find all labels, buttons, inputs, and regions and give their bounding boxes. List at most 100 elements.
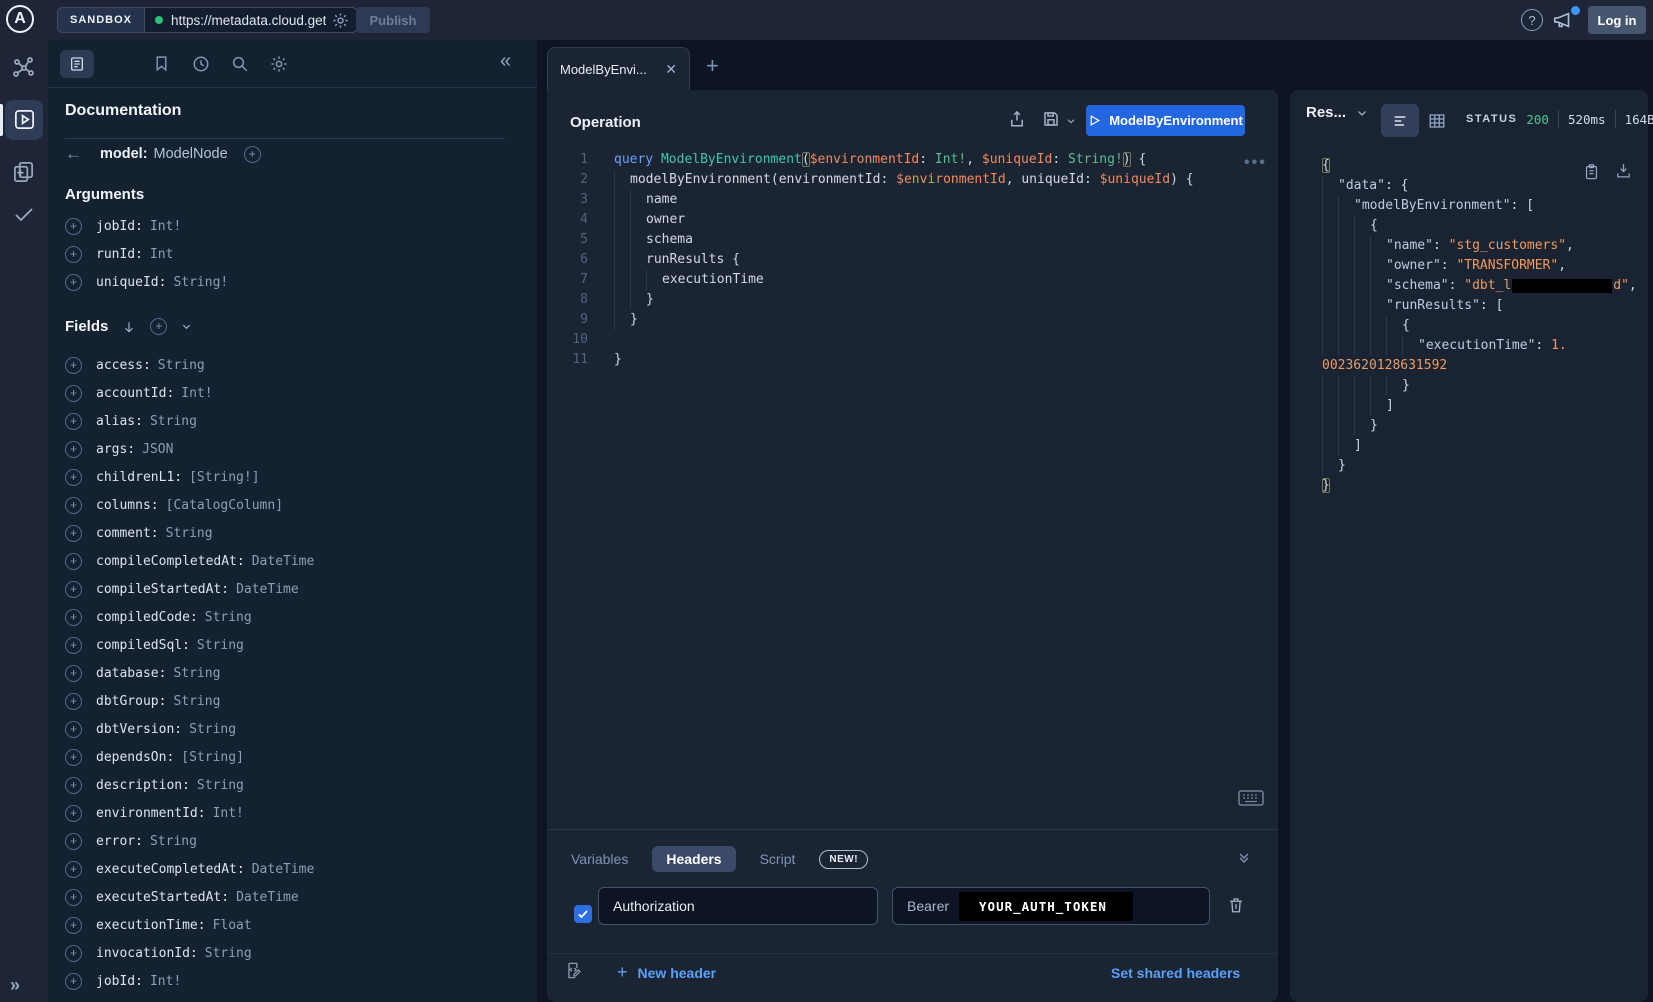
- share-icon[interactable]: [1008, 110, 1026, 128]
- argument-type[interactable]: String!: [173, 275, 228, 290]
- explorer-settings-gear-icon[interactable]: [270, 55, 288, 73]
- chevron-down-icon[interactable]: [181, 321, 192, 332]
- tab-variables[interactable]: Variables: [571, 851, 628, 867]
- field-name[interactable]: dbtGroup:: [96, 694, 166, 709]
- add-field-button[interactable]: [65, 973, 82, 990]
- header-name-input[interactable]: Authorization: [598, 887, 878, 925]
- endpoint-settings-gear-icon[interactable]: [332, 12, 349, 29]
- field-type[interactable]: String: [150, 834, 197, 849]
- query-editor[interactable]: 1 query ModelByEnvironment($environmentI…: [547, 150, 1278, 370]
- add-field-button[interactable]: [65, 385, 82, 402]
- new-tab-button[interactable]: +: [706, 53, 719, 79]
- add-argument-button[interactable]: [65, 218, 82, 235]
- new-header-button[interactable]: + New header: [617, 962, 716, 983]
- field-type[interactable]: String: [173, 666, 220, 681]
- header-enabled-checkbox[interactable]: [574, 905, 592, 923]
- field-type[interactable]: String: [197, 778, 244, 793]
- field-type[interactable]: String: [205, 610, 252, 625]
- breadcrumb-type-link[interactable]: ModelNode: [154, 146, 228, 162]
- field-name[interactable]: executeStartedAt:: [96, 890, 229, 905]
- apollo-logo[interactable]: A: [6, 5, 34, 33]
- field-type[interactable]: String: [189, 722, 236, 737]
- field-name[interactable]: jobId:: [96, 974, 143, 989]
- add-field-button[interactable]: [65, 749, 82, 766]
- field-name[interactable]: environmentId:: [96, 806, 206, 821]
- response-title-row[interactable]: Res...: [1306, 104, 1368, 121]
- close-tab-icon[interactable]: ✕: [665, 61, 677, 78]
- add-field-button[interactable]: [65, 721, 82, 738]
- field-type[interactable]: Float: [213, 918, 252, 933]
- back-arrow-icon[interactable]: ←: [65, 144, 82, 164]
- sidebar-item-checklist[interactable]: [12, 202, 36, 226]
- field-type[interactable]: JSON: [142, 442, 173, 457]
- tab-headers[interactable]: Headers: [652, 846, 735, 872]
- sort-fields-icon[interactable]: [122, 319, 136, 335]
- add-fields-button[interactable]: [150, 318, 167, 335]
- add-field-button[interactable]: [65, 553, 82, 570]
- add-field-button[interactable]: [65, 413, 82, 430]
- help-icon[interactable]: ?: [1521, 9, 1543, 31]
- field-type[interactable]: DateTime: [236, 582, 299, 597]
- bookmarks-icon[interactable]: [153, 55, 170, 72]
- add-field-button[interactable]: [65, 497, 82, 514]
- field-type[interactable]: Int!: [150, 974, 181, 989]
- add-argument-button[interactable]: [65, 246, 82, 263]
- response-json[interactable]: { "data": { "modelByEnvironment": [ { "n…: [1322, 156, 1637, 496]
- add-field-button[interactable]: [65, 889, 82, 906]
- field-name[interactable]: compileStartedAt:: [96, 582, 229, 597]
- add-field-button[interactable]: [65, 637, 82, 654]
- explorer-play-icon[interactable]: [13, 108, 36, 131]
- sidebar-item-schema[interactable]: [12, 56, 36, 80]
- view-table-toggle[interactable]: [1428, 112, 1446, 130]
- field-type[interactable]: Int!: [213, 806, 244, 821]
- save-icon[interactable]: [1042, 110, 1060, 128]
- run-button[interactable]: ModelByEnvironment: [1086, 105, 1245, 136]
- operation-tab[interactable]: ModelByEnvi... ✕: [547, 47, 690, 90]
- collapse-panel-icon[interactable]: «: [500, 50, 511, 73]
- field-name[interactable]: comment:: [96, 526, 159, 541]
- field-type[interactable]: Int!: [181, 386, 212, 401]
- keyboard-shortcuts-icon[interactable]: [1238, 790, 1264, 806]
- editor-menu-icon[interactable]: •••: [1244, 154, 1267, 172]
- login-button[interactable]: Log in: [1588, 6, 1646, 34]
- sidebar-item-operation-collections[interactable]: [12, 160, 35, 183]
- field-name[interactable]: invocationId:: [96, 946, 198, 961]
- field-name[interactable]: columns:: [96, 498, 159, 513]
- add-field-button[interactable]: [65, 861, 82, 878]
- field-type[interactable]: [String!]: [189, 470, 259, 485]
- publish-button[interactable]: Publish: [356, 7, 430, 33]
- field-name[interactable]: alias:: [96, 414, 143, 429]
- add-field-button[interactable]: [65, 833, 82, 850]
- tab-script[interactable]: Script: [760, 851, 796, 867]
- field-name[interactable]: args:: [96, 442, 135, 457]
- auth-token-value[interactable]: YOUR_AUTH_TOKEN: [959, 892, 1133, 921]
- add-field-button[interactable]: [65, 917, 82, 934]
- field-name[interactable]: description:: [96, 778, 190, 793]
- field-type[interactable]: [CatalogColumn]: [166, 498, 283, 513]
- add-field-button[interactable]: [65, 805, 82, 822]
- add-field-button[interactable]: [65, 525, 82, 542]
- argument-type[interactable]: Int!: [150, 219, 181, 234]
- field-type[interactable]: String: [166, 526, 213, 541]
- add-field-button[interactable]: [65, 441, 82, 458]
- collapse-section-icon[interactable]: [1236, 850, 1252, 866]
- field-name[interactable]: compiledSql:: [96, 638, 190, 653]
- add-all-fields-button[interactable]: [244, 146, 261, 163]
- field-name[interactable]: accountId:: [96, 386, 174, 401]
- field-type[interactable]: String: [150, 414, 197, 429]
- field-name[interactable]: dbtVersion:: [96, 722, 182, 737]
- argument-name[interactable]: uniqueId:: [96, 275, 166, 290]
- endpoint-url-input[interactable]: https://metadata.cloud.get: [171, 13, 326, 28]
- argument-name[interactable]: runId:: [96, 247, 143, 262]
- field-type[interactable]: String: [197, 638, 244, 653]
- field-name[interactable]: dependsOn:: [96, 750, 174, 765]
- add-field-button[interactable]: [65, 357, 82, 374]
- field-type[interactable]: String: [205, 946, 252, 961]
- delete-header-icon[interactable]: [1227, 895, 1245, 915]
- header-value-input[interactable]: Bearer YOUR_AUTH_TOKEN: [892, 887, 1210, 925]
- add-argument-button[interactable]: [65, 274, 82, 291]
- field-type[interactable]: [String]: [181, 750, 244, 765]
- add-field-button[interactable]: [65, 665, 82, 682]
- add-field-button[interactable]: [65, 693, 82, 710]
- add-field-button[interactable]: [65, 945, 82, 962]
